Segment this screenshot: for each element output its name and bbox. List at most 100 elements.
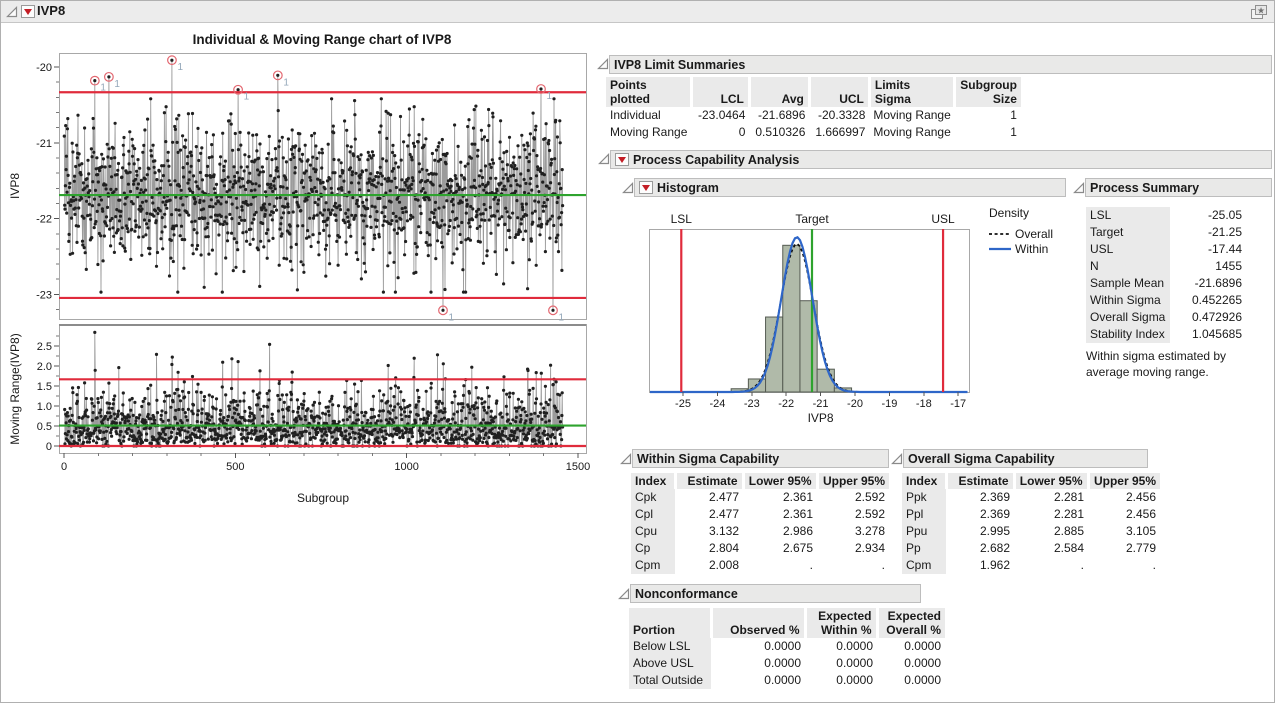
table-row[interactable]: Cpm1.962.. [902,557,1160,574]
table-row[interactable]: Cpl2.4772.3612.592 [631,506,889,523]
svg-text:1: 1 [546,91,552,102]
disclosure-triangle-icon[interactable] [618,588,630,600]
table-cell: 3.132 [675,523,743,540]
table-row[interactable]: N1455 [1086,258,1246,275]
table-row[interactable]: Above USL0.00000.00000.0000 [629,655,945,672]
table-row[interactable]: Ppl2.3692.2812.456 [902,506,1160,523]
published-report-icon[interactable]: ★ [1249,4,1269,21]
target-label: Target [795,212,829,226]
table-header-cell: Expected Within % [805,608,877,638]
table-cell: 2.804 [675,540,743,557]
table-cell: 2.456 [1088,489,1160,506]
nonconformance-table[interactable]: PortionObserved %Expected Within %Expect… [629,608,945,689]
table-cell: . [743,557,817,574]
table-header-cell: Points plotted [606,77,691,107]
limit-summaries-title: IVP8 Limit Summaries [614,57,745,73]
table-cell: Within Sigma [1086,292,1170,309]
y-axis-label: Moving Range(IVP8) [8,333,22,444]
disclosure-triangle-icon[interactable] [6,6,18,18]
table-cell: 2.682 [946,540,1014,557]
table-cell: 2.281 [1014,506,1088,523]
svg-text:1: 1 [448,312,454,323]
limit-summaries-table[interactable]: Points plottedLCLAvgUCLLimits SigmaSubgr… [606,77,1021,141]
disclosure-triangle-icon[interactable] [622,182,634,194]
table-cell: 1455 [1170,258,1246,275]
table-cell: 2.477 [675,489,743,506]
table-row[interactable]: Moving Range00.5103261.666997Moving Rang… [606,124,1021,141]
table-cell: 0.0000 [877,638,945,655]
svg-text:-20: -20 [847,398,863,410]
within-capability-table[interactable]: IndexEstimateLower 95%Upper 95%Cpk2.4772… [631,473,889,574]
table-header-cell: Observed % [711,608,805,638]
svg-text:1.0: 1.0 [37,401,52,413]
red-triangle-menu-button[interactable] [21,5,35,18]
disclosure-triangle-icon[interactable] [597,58,609,70]
table-row[interactable]: Total Outside0.00000.00000.0000 [629,672,945,689]
overall-capability-table[interactable]: IndexEstimateLower 95%Upper 95%Ppk2.3692… [902,473,1160,574]
table-cell: 0.472926 [1170,309,1246,326]
red-triangle-menu-button[interactable] [639,181,653,194]
red-triangle-menu-button[interactable] [615,153,629,166]
svg-text:-24: -24 [709,398,725,410]
table-cell: 2.592 [817,506,889,523]
table-cell: 2.369 [946,489,1014,506]
report-title: IVP8 [37,3,65,18]
table-row[interactable]: Cpk2.4772.3612.592 [631,489,889,506]
table-row[interactable]: Cp2.8042.6752.934 [631,540,889,557]
x-axis-label: IVP8 [808,411,834,425]
table-cell: -20.3328 [809,107,869,124]
table-header-cell: Index [902,473,946,489]
table-row[interactable]: Ppu2.9952.8853.105 [902,523,1160,540]
limit-summaries-header: IVP8 Limit Summaries [609,55,1272,74]
table-cell: 1.962 [946,557,1014,574]
table-cell: 0.0000 [805,638,877,655]
table-cell: 0.0000 [711,672,805,689]
table-header-cell: Lower 95% [1014,473,1088,489]
table-cell: . [1014,557,1088,574]
table-cell: 0.510326 [749,124,809,141]
svg-text:-23: -23 [744,398,760,410]
table-cell: USL [1086,241,1170,258]
table-cell: 0.0000 [711,655,805,672]
table-row[interactable]: Individual-23.0464-21.6896-20.3328Moving… [606,107,1021,124]
table-cell: Moving Range [869,124,954,141]
table-row[interactable]: Target-21.25 [1086,224,1246,241]
nonconformance-header: Nonconformance [630,584,921,603]
svg-text:-21: -21 [36,138,52,150]
disclosure-triangle-icon[interactable] [620,453,632,465]
table-cell: Pp [902,540,946,557]
table-row[interactable]: Within Sigma0.452265 [1086,292,1246,309]
histogram-header: Histogram [634,178,1066,197]
disclosure-triangle-icon[interactable] [891,453,903,465]
table-row[interactable]: Cpm2.008.. [631,557,889,574]
table-cell: Cpm [902,557,946,574]
svg-text:500: 500 [226,461,244,473]
table-row[interactable]: Below LSL0.00000.00000.0000 [629,638,945,655]
svg-text:1: 1 [244,92,250,103]
table-row[interactable]: Sample Mean-21.6896 [1086,275,1246,292]
table-row[interactable]: Overall Sigma0.472926 [1086,309,1246,326]
table-header-cell: LCL [691,77,749,107]
capability-histogram[interactable]: LSLUSLTarget-25-24-23-22-21-20-19-18-17I… [619,201,1081,436]
svg-text:1: 1 [114,79,120,90]
table-cell: Above USL [629,655,711,672]
disclosure-triangle-icon[interactable] [598,153,610,165]
table-cell: Stability Index [1086,326,1170,343]
table-row[interactable]: Pp2.6822.5842.779 [902,540,1160,557]
legend-entry-label: Overall [1015,227,1053,241]
disclosure-triangle-icon[interactable] [1073,182,1085,194]
individual-moving-range-chart[interactable]: Individual & Moving Range chart of IVP81… [1,23,601,521]
table-row[interactable]: Stability Index1.045685 [1086,326,1246,343]
density-legend: DensityOverallWithin [989,206,1053,256]
table-row[interactable]: Cpu3.1322.9863.278 [631,523,889,540]
table-cell: 2.995 [946,523,1014,540]
table-row[interactable]: LSL-25.05 [1086,207,1246,224]
table-cell: LSL [1086,207,1170,224]
table-row[interactable]: USL-17.44 [1086,241,1246,258]
process-summary-table[interactable]: LSL-25.05Target-21.25USL-17.44N1455Sampl… [1086,207,1246,343]
table-cell: -17.44 [1170,241,1246,258]
table-cell: -21.25 [1170,224,1246,241]
table-row[interactable]: Ppk2.3692.2812.456 [902,489,1160,506]
table-cell: Cpl [631,506,675,523]
table-cell: Total Outside [629,672,711,689]
